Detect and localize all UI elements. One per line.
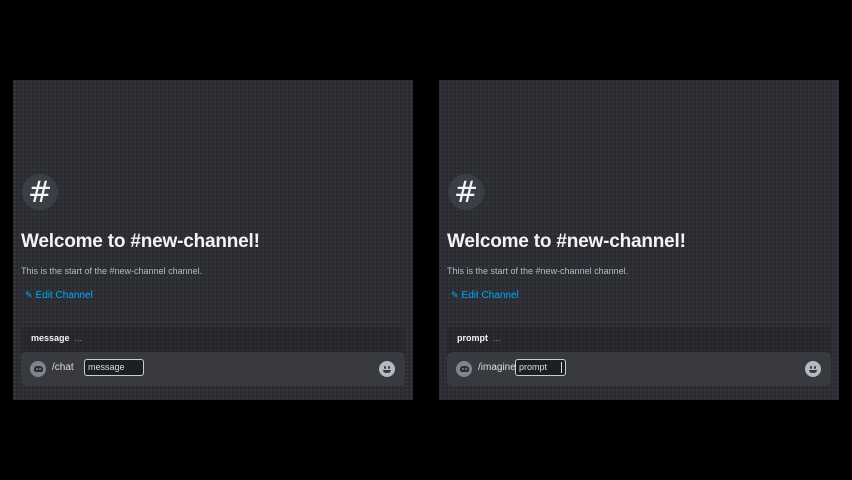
chat-panel-left: # Welcome to #new-channel! This is the s… [13, 80, 413, 400]
message-composer[interactable]: /chat message [21, 352, 405, 386]
channel-start-text: This is the start of the #new-channel ch… [21, 266, 203, 276]
text-caret [561, 362, 563, 373]
bot-avatar-icon [30, 361, 46, 377]
command-option-input[interactable]: message [84, 359, 144, 376]
edit-channel-label: Edit Channel [35, 290, 93, 301]
option-chip-label: message [88, 362, 125, 372]
channel-hash-icon: # [22, 174, 58, 210]
channel-hash-icon: # [448, 174, 484, 210]
option-chip-label: prompt [519, 362, 548, 372]
welcome-heading: Welcome to #new-channel! [21, 231, 260, 252]
option-hint-dots: ... [493, 333, 501, 343]
welcome-heading: Welcome to #new-channel! [447, 231, 686, 252]
bot-avatar-icon [456, 361, 472, 377]
slash-command: /chat [52, 362, 74, 373]
emoji-smile-icon[interactable] [805, 361, 821, 377]
emoji-smile-icon[interactable] [379, 361, 395, 377]
option-hint-dots: ... [74, 333, 83, 343]
message-composer[interactable]: /imagine prompt [447, 352, 831, 386]
command-option-input[interactable]: prompt [515, 359, 567, 376]
pencil-icon: ✎ [25, 290, 33, 300]
edit-channel-label: Edit Channel [461, 290, 519, 301]
command-option-hint[interactable]: prompt... [447, 327, 831, 353]
option-hint-name: prompt [457, 333, 488, 343]
channel-start-text: This is the start of the #new-channel ch… [447, 266, 629, 276]
command-option-hint[interactable]: message... [21, 327, 405, 353]
pencil-icon: ✎ [451, 290, 459, 300]
slash-command: /imagine [478, 362, 516, 373]
edit-channel-link[interactable]: ✎ Edit Channel [25, 290, 93, 301]
option-hint-name: message [31, 333, 70, 343]
chat-panel-right: # Welcome to #new-channel! This is the s… [439, 80, 839, 400]
edit-channel-link[interactable]: ✎ Edit Channel [451, 290, 519, 301]
